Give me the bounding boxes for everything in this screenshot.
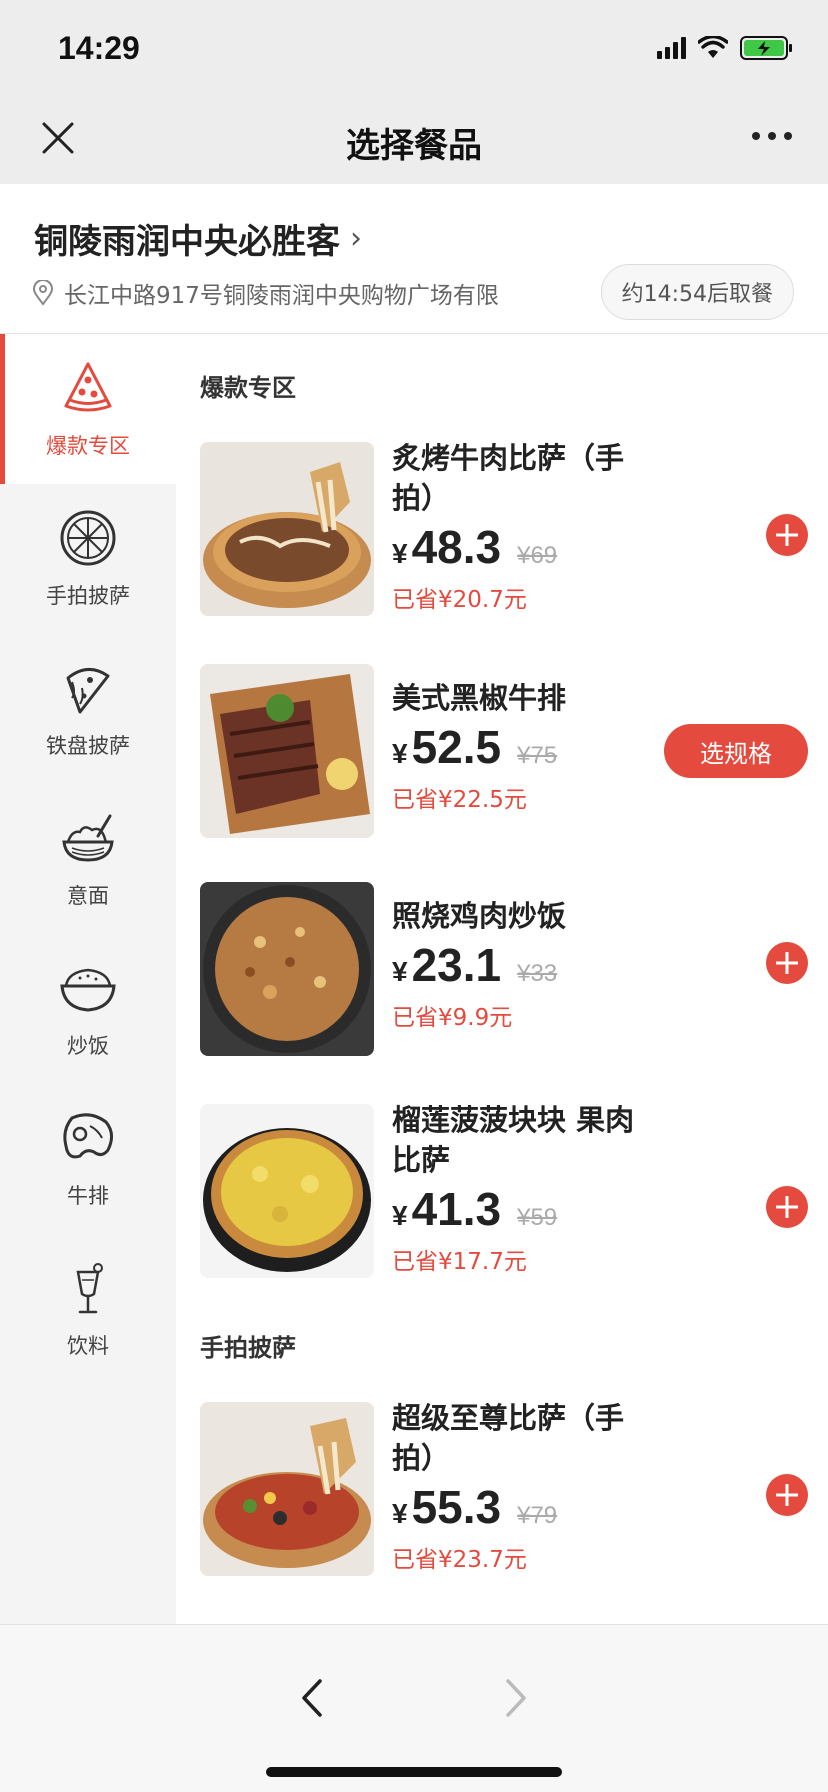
savings-text: 已省¥22.5元 xyxy=(392,787,527,813)
bottom-nav-bar xyxy=(0,1624,828,1792)
home-indicator xyxy=(266,1767,562,1777)
product-image xyxy=(200,664,374,838)
category-sidebar: 爆款专区 手拍披萨 铁盘披萨 意面 炒饭 牛排 饮料 xyxy=(0,334,176,1624)
product-name: 照烧鸡肉炒饭 xyxy=(392,899,567,933)
add-to-cart-button[interactable] xyxy=(766,514,808,556)
pasta-bowl-icon xyxy=(62,814,114,862)
list-item[interactable]: 超级至尊比萨（手拍） ¥55.3 ¥79 已省¥23.7元 xyxy=(200,1401,810,1578)
original-price: ¥69 xyxy=(517,542,558,569)
chevron-right-icon: › xyxy=(350,221,362,256)
product-name: 美式黑椒牛排 xyxy=(392,681,567,715)
savings-text: 已省¥17.7元 xyxy=(392,1249,527,1275)
product-image xyxy=(200,442,374,616)
original-price: ¥33 xyxy=(517,960,558,987)
drink-glass-icon xyxy=(76,1263,103,1314)
price-row: ¥55.3 ¥79 xyxy=(392,1480,557,1534)
list-item[interactable]: 照烧鸡肉炒饭 ¥23.1 ¥33 已省¥9.9元 xyxy=(200,882,810,1058)
sidebar-item-label: 炒饭 xyxy=(67,1034,109,1058)
current-price: ¥23.1 xyxy=(392,939,502,991)
battery-charging-icon xyxy=(740,36,792,60)
nav-bar: 选择餐品 xyxy=(0,96,828,184)
sidebar-item-hand-pizza[interactable]: 手拍披萨 xyxy=(0,484,176,634)
savings-text: 已省¥20.7元 xyxy=(392,587,527,613)
list-item[interactable]: 美式黑椒牛排 ¥52.5 ¥75 已省¥22.5元 选规格 xyxy=(200,664,810,840)
sidebar-item-label: 牛排 xyxy=(67,1184,109,1208)
add-to-cart-button[interactable] xyxy=(766,1474,808,1516)
more-options-icon[interactable] xyxy=(752,132,792,140)
add-to-cart-button[interactable] xyxy=(766,942,808,984)
savings-text: 已省¥9.9元 xyxy=(392,1005,513,1031)
product-name: 榴莲菠菠块块 果肉比萨 xyxy=(392,1103,635,1177)
forward-arrow-icon[interactable] xyxy=(500,1675,532,1721)
product-image xyxy=(200,1104,374,1278)
status-bar: 14:29 xyxy=(0,0,828,96)
add-to-cart-button[interactable] xyxy=(766,1186,808,1228)
pizza-cheese-icon xyxy=(66,668,110,714)
price-row: ¥52.5 ¥75 xyxy=(392,720,557,774)
product-list: 爆款专区 炙烤牛肉比萨（手拍） ¥48.3 ¥69 已省¥20.7元 美式黑椒牛… xyxy=(176,334,828,1624)
current-price: ¥41.3 xyxy=(392,1183,502,1235)
price-row: ¥48.3 ¥69 xyxy=(392,520,557,574)
current-price: ¥55.3 xyxy=(392,1481,502,1533)
product-image xyxy=(200,1402,374,1576)
product-name: 炙烤牛肉比萨（手拍） xyxy=(392,441,625,515)
store-address: 长江中路917号铜陵雨润中央购物广场有限 xyxy=(32,276,499,310)
pizza-slice-icon xyxy=(64,362,112,412)
product-name: 超级至尊比萨（手拍） xyxy=(392,1401,625,1475)
cellular-signal-icon xyxy=(657,37,686,59)
status-time: 14:29 xyxy=(58,30,140,66)
store-header: 铜陵雨润中央必胜客 › 长江中路917号铜陵雨润中央购物广场有限 约14:54后… xyxy=(0,184,828,334)
sidebar-item-drinks[interactable]: 饮料 xyxy=(0,1234,176,1384)
sidebar-item-label: 饮料 xyxy=(67,1334,109,1358)
savings-text: 已省¥23.7元 xyxy=(392,1547,527,1573)
original-price: ¥75 xyxy=(517,742,558,769)
original-price: ¥59 xyxy=(517,1204,558,1231)
product-image xyxy=(200,882,374,1056)
wifi-icon xyxy=(698,36,728,58)
whole-pizza-icon xyxy=(60,510,116,566)
price-row: ¥23.1 ¥33 xyxy=(392,938,557,992)
current-price: ¥52.5 xyxy=(392,721,502,773)
steak-icon xyxy=(63,1113,113,1159)
sidebar-item-label: 手拍披萨 xyxy=(46,584,130,608)
address-text: 长江中路917号铜陵雨润中央购物广场有限 xyxy=(64,283,499,309)
store-name: 铜陵雨润中央必胜客 xyxy=(34,222,340,262)
list-item[interactable]: 榴莲菠菠块块 果肉比萨 ¥41.3 ¥59 已省¥17.7元 xyxy=(200,1103,810,1280)
store-name-link[interactable]: 铜陵雨润中央必胜客 › xyxy=(34,214,362,263)
sidebar-item-hot[interactable]: 爆款专区 xyxy=(0,334,176,484)
sidebar-item-pan-pizza[interactable]: 铁盘披萨 xyxy=(0,634,176,784)
section-title: 手拍披萨 xyxy=(200,1334,296,1362)
sidebar-item-pasta[interactable]: 意面 xyxy=(0,784,176,934)
sidebar-item-steak[interactable]: 牛排 xyxy=(0,1084,176,1234)
current-price: ¥48.3 xyxy=(392,521,502,573)
rice-bowl-icon xyxy=(60,968,116,1012)
page-title: 选择餐品 xyxy=(346,126,482,166)
pickup-time-badge: 约14:54后取餐 xyxy=(600,264,794,320)
list-item[interactable]: 炙烤牛肉比萨（手拍） ¥48.3 ¥69 已省¥20.7元 xyxy=(200,441,810,618)
choose-options-button[interactable]: 选规格 xyxy=(664,724,808,778)
location-pin-icon xyxy=(32,280,54,306)
original-price: ¥79 xyxy=(517,1502,558,1529)
sidebar-item-label: 爆款专区 xyxy=(46,434,130,458)
status-icons xyxy=(657,34,794,62)
sidebar-item-label: 意面 xyxy=(67,884,109,908)
section-title: 爆款专区 xyxy=(200,374,296,402)
sidebar-item-fried-rice[interactable]: 炒饭 xyxy=(0,934,176,1084)
price-row: ¥41.3 ¥59 xyxy=(392,1182,557,1236)
sidebar-item-label: 铁盘披萨 xyxy=(46,734,130,758)
back-arrow-icon[interactable] xyxy=(296,1675,328,1721)
